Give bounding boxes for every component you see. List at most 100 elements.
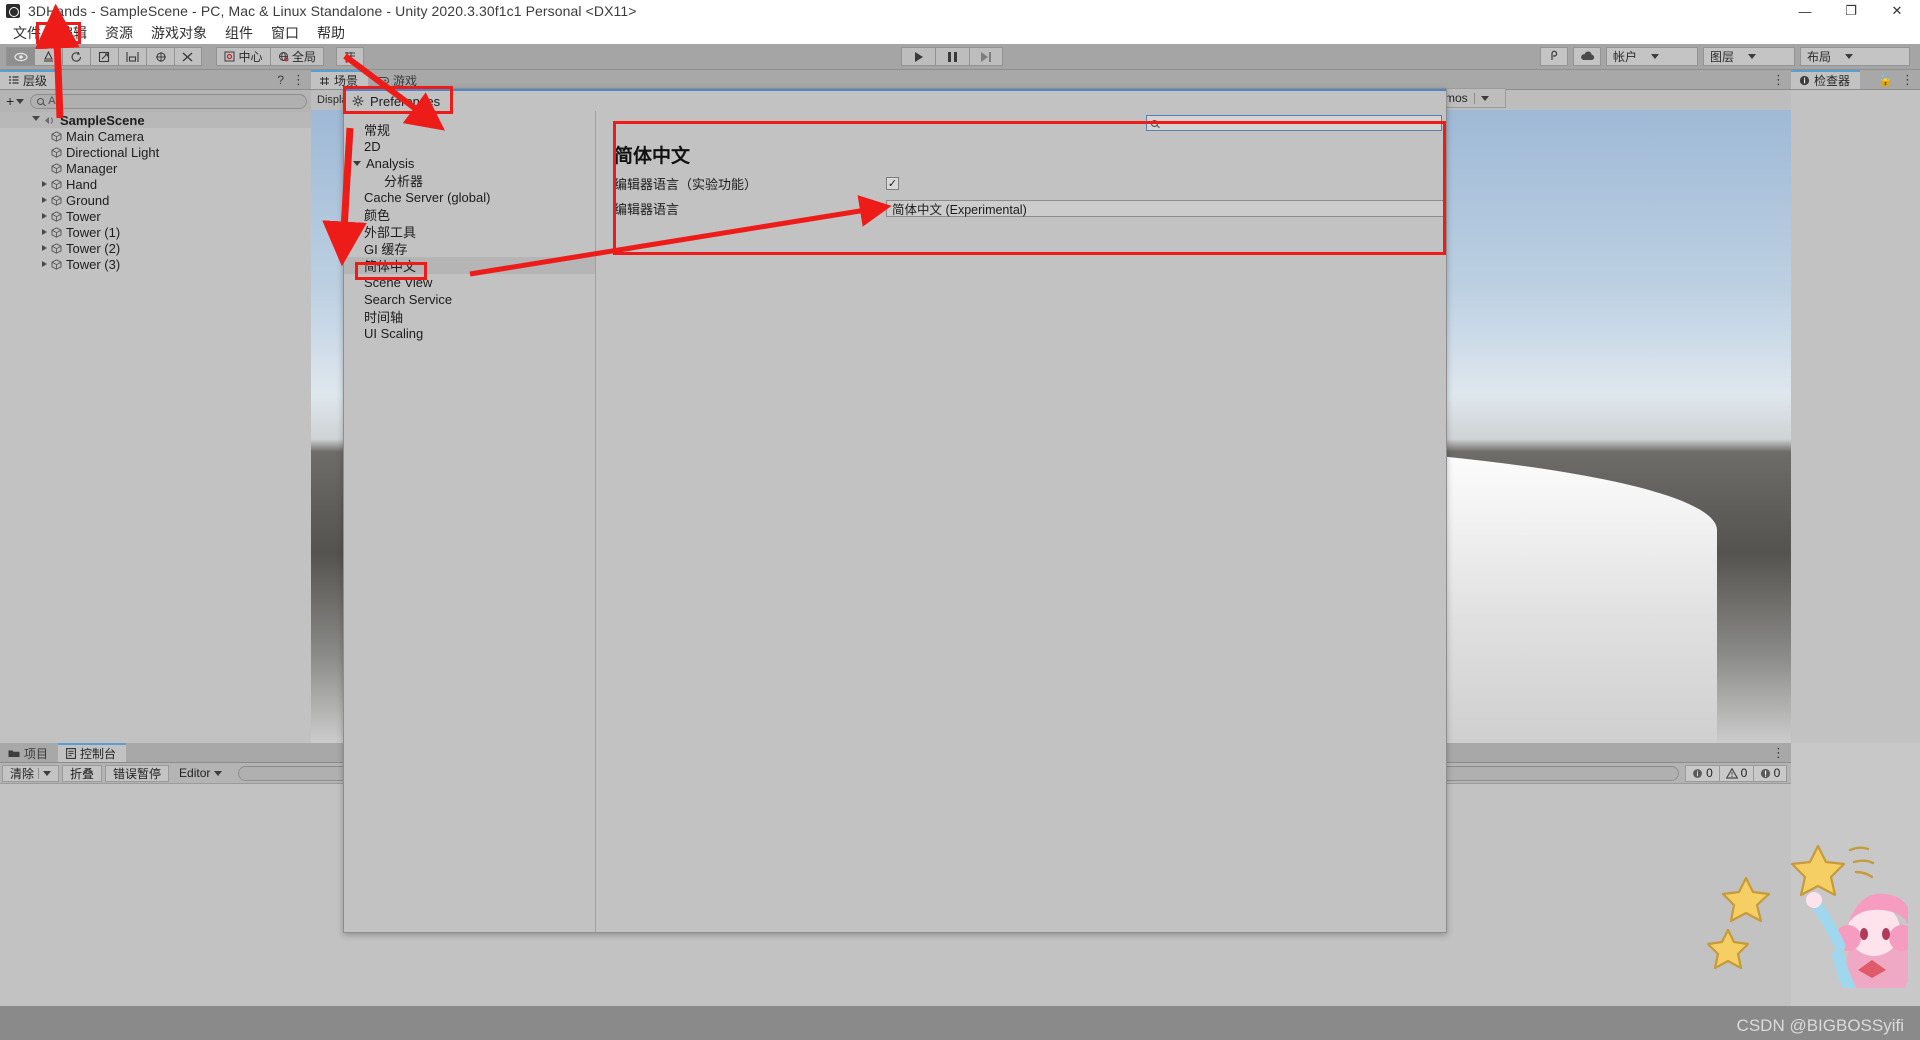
- hierarchy-item-label: Tower (2): [66, 240, 121, 256]
- scale-tool-icon[interactable]: [90, 47, 118, 66]
- hierarchy-root-row[interactable]: SampleScene: [0, 112, 311, 128]
- layers-dropdown[interactable]: 图层: [1703, 47, 1795, 66]
- preferences-sidebar-item[interactable]: GI 缓存: [344, 240, 595, 257]
- warning-counter[interactable]: 0: [1719, 764, 1753, 782]
- plus-icon: +: [6, 93, 15, 109]
- preferences-sidebar-item[interactable]: 时间轴: [344, 308, 595, 325]
- add-gameobject-button[interactable]: +: [4, 93, 26, 109]
- hierarchy-menu-icon[interactable]: ⋮: [292, 73, 305, 86]
- info-icon: [1799, 75, 1810, 86]
- clear-button[interactable]: 清除: [2, 764, 60, 782]
- chevron-right-icon[interactable]: [42, 181, 47, 187]
- hierarchy-item[interactable]: Manager: [0, 160, 311, 176]
- lock-icon[interactable]: 🔓: [1878, 73, 1893, 87]
- play-button[interactable]: [901, 47, 935, 66]
- console-menu-icon[interactable]: ⋮: [1772, 746, 1785, 759]
- hierarchy-item[interactable]: Tower: [0, 208, 311, 224]
- pivot-toggle-button[interactable]: 中心: [216, 47, 270, 66]
- preferences-sidebar-item[interactable]: UI Scaling: [344, 325, 595, 342]
- chevron-down-icon[interactable]: [32, 116, 40, 124]
- help-icon[interactable]: ?: [277, 73, 284, 87]
- collapse-button[interactable]: 折叠: [62, 764, 103, 782]
- preferences-sidebar-item[interactable]: Search Service: [344, 291, 595, 308]
- account-label: 帐户: [1613, 50, 1638, 64]
- chevron-right-icon[interactable]: [42, 261, 47, 267]
- menu-item-gameobject[interactable]: 游戏对象: [142, 23, 216, 43]
- snap-icon[interactable]: [336, 47, 364, 66]
- preferences-search-input[interactable]: [1146, 115, 1442, 131]
- hierarchy-item[interactable]: Ground: [0, 192, 311, 208]
- menu-item-window[interactable]: 窗口: [262, 23, 308, 43]
- check-icon: ✓: [887, 178, 898, 190]
- collab-icon[interactable]: [1540, 47, 1568, 66]
- tab-inspector[interactable]: 检查器: [1791, 70, 1861, 89]
- maximize-button[interactable]: ❐: [1828, 0, 1874, 22]
- scene-tab-tools: ⋮: [1772, 70, 1791, 89]
- preferences-sidebar-item[interactable]: 2D: [344, 138, 595, 155]
- preferences-sidebar-item[interactable]: 常规: [344, 121, 595, 138]
- tab-console[interactable]: 控制台: [58, 743, 127, 762]
- minimize-button[interactable]: —: [1782, 0, 1828, 22]
- preferences-page-title: 简体中文: [614, 146, 691, 167]
- tab-scene[interactable]: 场景: [311, 70, 369, 89]
- hand-tool-icon[interactable]: [6, 47, 34, 66]
- custom-tool-icon[interactable]: [174, 47, 202, 66]
- chevron-right-icon[interactable]: [42, 197, 47, 203]
- preferences-sidebar-item[interactable]: 分析器: [344, 172, 595, 189]
- rect-tool-icon[interactable]: [118, 47, 146, 66]
- hierarchy-item[interactable]: Hand: [0, 176, 311, 192]
- preferences-sidebar-item-label: 时间轴: [364, 310, 404, 325]
- preferences-sidebar-item[interactable]: Cache Server (global): [344, 189, 595, 206]
- pause-button[interactable]: [935, 47, 969, 66]
- error-counter[interactable]: 0: [1753, 764, 1787, 782]
- hierarchy-toolbar: + All: [0, 90, 311, 112]
- tab-game[interactable]: 游戏: [368, 70, 428, 89]
- chevron-down-icon[interactable]: [353, 161, 361, 166]
- move-tool-icon[interactable]: [34, 47, 62, 66]
- scene-menu-icon[interactable]: ⋮: [1772, 73, 1785, 86]
- menu-item-component[interactable]: 组件: [216, 23, 262, 43]
- hierarchy-item[interactable]: Main Camera: [0, 128, 311, 144]
- layout-dropdown[interactable]: 布局: [1800, 47, 1910, 66]
- error-pause-button[interactable]: 错误暂停: [105, 764, 170, 782]
- tab-hierarchy[interactable]: 层级: [0, 70, 58, 89]
- editor-language-dropdown[interactable]: 简体中文 (Experimental): [886, 200, 1446, 217]
- snap-group: [336, 47, 364, 66]
- preferences-sidebar-item[interactable]: 简体中文: [344, 257, 595, 274]
- log-counter[interactable]: 0: [1685, 764, 1719, 782]
- menu-item-help[interactable]: 帮助: [308, 23, 354, 43]
- hierarchy-item[interactable]: Tower (2): [0, 240, 311, 256]
- menu-item-assets[interactable]: 资源: [96, 23, 142, 43]
- account-dropdown[interactable]: 帐户: [1606, 47, 1698, 66]
- preferences-sidebar-item[interactable]: 外部工具: [344, 223, 595, 240]
- step-button[interactable]: [969, 47, 1003, 66]
- tab-project[interactable]: 项目: [0, 743, 59, 762]
- preferences-sidebar-item[interactable]: 颜色: [344, 206, 595, 223]
- gameobject-cube-icon: [51, 162, 62, 174]
- window-titlebar: 3DHands - SampleScene - PC, Mac & Linux …: [0, 0, 1920, 22]
- hierarchy-item[interactable]: Directional Light: [0, 144, 311, 160]
- hierarchy-search-input[interactable]: All: [30, 93, 307, 109]
- chevron-right-icon[interactable]: [42, 213, 47, 219]
- hierarchy-item[interactable]: Tower (3): [0, 256, 311, 272]
- preferences-sidebar-item-label: 简体中文: [364, 259, 417, 274]
- menu-item-file[interactable]: 文件: [4, 23, 50, 43]
- preferences-sidebar-item[interactable]: Analysis: [344, 155, 595, 172]
- preferences-sidebar-item[interactable]: Scene View: [344, 274, 595, 291]
- close-button[interactable]: ✕: [1874, 0, 1920, 22]
- search-icon: [37, 97, 45, 105]
- chevron-right-icon[interactable]: [42, 229, 47, 235]
- editor-dropdown[interactable]: Editor: [172, 765, 229, 782]
- inspector-menu-icon[interactable]: ⋮: [1901, 73, 1914, 86]
- gameobject-cube-icon: [51, 242, 62, 254]
- hierarchy-item[interactable]: Tower (1): [0, 224, 311, 240]
- menu-item-edit[interactable]: 编辑: [50, 23, 96, 43]
- transform-tool-icon[interactable]: [146, 47, 174, 66]
- space-toggle-button[interactable]: 全局: [270, 47, 324, 66]
- chevron-right-icon[interactable]: [42, 245, 47, 251]
- warning-icon: [1725, 767, 1738, 779]
- rotate-tool-icon[interactable]: [62, 47, 90, 66]
- inspector-panel: 检查器 🔓 ⋮: [1791, 70, 1920, 743]
- experimental-language-checkbox[interactable]: ✓: [886, 177, 899, 190]
- cloud-icon[interactable]: [1573, 47, 1601, 66]
